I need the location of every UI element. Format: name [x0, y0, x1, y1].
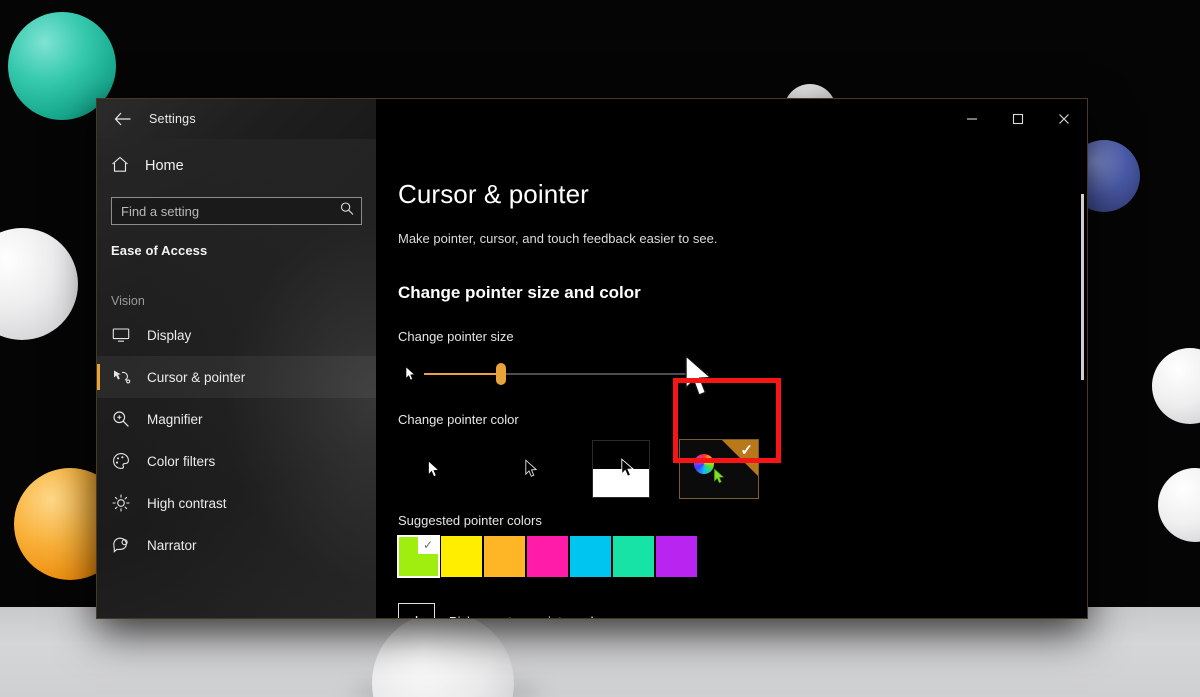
sidebar-item-label: Magnifier: [147, 411, 203, 427]
page-title: Cursor & pointer: [398, 179, 589, 209]
search-icon: [340, 202, 354, 221]
scrollbar-thumb[interactable]: [1081, 194, 1084, 380]
sidebar-item-home[interactable]: Home: [97, 145, 376, 187]
large-cursor-icon: [683, 354, 717, 403]
green-cursor-icon: [713, 468, 726, 490]
check-icon: ✓: [418, 536, 438, 554]
black-pointer-option[interactable]: [495, 439, 567, 499]
inverted-pointer-option[interactable]: [592, 440, 650, 498]
color-swatch[interactable]: ✓: [397, 535, 440, 578]
color-swatch[interactable]: [441, 536, 482, 577]
sidebar-item-label: High contrast: [147, 495, 227, 511]
check-icon: ✓: [740, 442, 753, 459]
cursor-pointer-icon: [111, 367, 131, 387]
window-title: Settings: [149, 112, 196, 126]
window-controls: [949, 99, 1087, 139]
palette-icon: [111, 451, 131, 471]
close-icon[interactable]: [1041, 99, 1087, 139]
sidebar-item-cursor-pointer[interactable]: Cursor & pointer: [97, 356, 376, 398]
sidebar-item-high-contrast[interactable]: High contrast: [97, 482, 376, 524]
sidebar-section-title: Ease of Access: [111, 243, 208, 258]
minimize-icon[interactable]: [949, 99, 995, 139]
slider-track: [500, 373, 708, 375]
sidebar-item-narrator[interactable]: Narrator: [97, 524, 376, 566]
sidebar-item-label: Narrator: [147, 537, 197, 553]
titlebar-drag-region[interactable]: [376, 99, 949, 139]
suggested-colors-label: Suggested pointer colors: [398, 513, 542, 528]
window-titlebar: Settings: [97, 99, 1087, 139]
desktop-background: Settings Home Find a setting Ease of Acc…: [0, 0, 1200, 697]
narrator-icon: [111, 535, 131, 555]
slider-thumb[interactable]: [495, 363, 506, 385]
white-sphere-right-upper: [1152, 348, 1200, 424]
desktop-floor: [0, 607, 1200, 697]
settings-window: Settings Home Find a setting Ease of Acc…: [96, 98, 1088, 619]
sidebar-item-magnifier[interactable]: Magnifier: [97, 398, 376, 440]
plus-icon[interactable]: +: [398, 603, 435, 618]
color-swatch[interactable]: [484, 536, 525, 577]
settings-main-content: Cursor & pointer Make pointer, cursor, a…: [376, 139, 1087, 618]
section-heading-pointer-size-color: Change pointer size and color: [398, 283, 641, 302]
color-swatch[interactable]: [656, 536, 697, 577]
sidebar-item-label: Cursor & pointer: [147, 369, 246, 385]
monitor-icon: [111, 325, 131, 345]
search-input[interactable]: [112, 198, 361, 224]
sidebar-item-label: Display: [147, 327, 192, 343]
titlebar-left-region: Settings: [97, 99, 376, 139]
magnifier-icon: [111, 409, 131, 429]
pointer-size-slider-row: [398, 352, 713, 396]
window-body: Home Ease of Access Vision: [97, 139, 1087, 618]
back-arrow-icon[interactable]: [109, 106, 135, 132]
small-cursor-icon: [398, 366, 424, 382]
custom-color-pointer-option[interactable]: ✓: [679, 439, 759, 499]
brightness-icon: [111, 493, 131, 513]
white-pointer-option[interactable]: [398, 439, 470, 499]
slider-fill: [424, 373, 501, 375]
maximize-icon[interactable]: [995, 99, 1041, 139]
content-scrollbar[interactable]: [1080, 139, 1085, 618]
sidebar-group-label: Vision: [111, 294, 145, 308]
search-box[interactable]: [111, 197, 362, 225]
pointer-size-slider[interactable]: [424, 358, 708, 390]
white-sphere-right-lower: [1158, 468, 1200, 542]
sidebar-home-label: Home: [145, 158, 184, 174]
page-subtitle: Make pointer, cursor, and touch feedback…: [398, 231, 718, 246]
home-icon: [111, 156, 129, 177]
white-sphere-left: [0, 228, 78, 340]
pointer-color-options-row: ✓: [398, 433, 1087, 505]
sidebar-item-color-filters[interactable]: Color filters: [97, 440, 376, 482]
sidebar-item-display[interactable]: Display: [97, 314, 376, 356]
suggested-colors-row: ✓: [397, 535, 1087, 578]
color-swatch[interactable]: [527, 536, 568, 577]
pointer-size-label: Change pointer size: [398, 329, 514, 344]
sidebar-search-wrap: [97, 187, 376, 225]
custom-color-row[interactable]: + Pick a custom pointer color: [398, 603, 1087, 618]
color-swatch[interactable]: [570, 536, 611, 577]
color-swatch[interactable]: [613, 536, 654, 577]
settings-sidebar: Home Ease of Access Vision: [97, 139, 376, 618]
sidebar-item-label: Color filters: [147, 453, 216, 469]
pointer-color-label: Change pointer color: [398, 412, 519, 427]
color-wheel-icon: [694, 454, 714, 474]
custom-color-label: Pick a custom pointer color: [449, 614, 605, 618]
